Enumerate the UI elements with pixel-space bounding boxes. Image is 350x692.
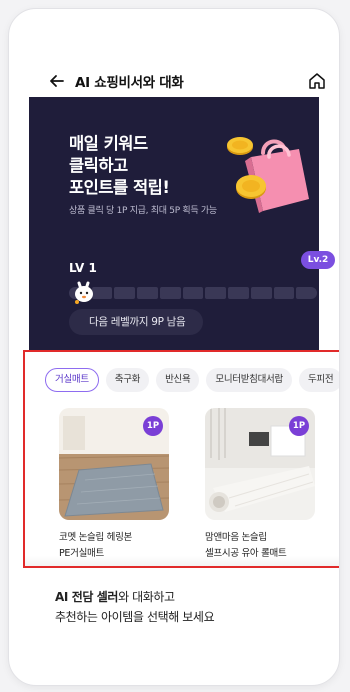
remaining-points-pill: 다음 레벨까지 9P 남음: [69, 309, 204, 335]
category-chip-list: 거실매트 축구화 반신욕 모니터받침대서랍 두피전: [45, 368, 339, 392]
category-chip[interactable]: 축구화: [105, 368, 150, 392]
product-card[interactable]: 1P 맘앤마음 논슬립 셀프시공 유아 롤매트: [205, 408, 317, 562]
mascot-icon: [75, 281, 93, 304]
progress-segment: [182, 287, 204, 299]
footer-bold-text: AI 전담 셀러: [55, 590, 119, 604]
shopping-bag-icon: [245, 139, 309, 213]
footer-guide-text: AI 전담 셀러와 대화하고 추천하는 아이템을 선택해 보세요: [55, 587, 215, 627]
progress-segment: [205, 287, 227, 299]
progress-segment: [296, 287, 318, 299]
banner-headline-line2: 클릭하고: [69, 156, 128, 175]
progress-segment: [137, 287, 158, 299]
category-chip-active[interactable]: 거실매트: [45, 368, 99, 392]
banner-headline: 매일 키워드 클릭하고 포인트를 적립!: [69, 133, 170, 199]
banner-headline-line3: 포인트를 적립!: [69, 178, 170, 197]
banner-headline-line1: 매일 키워드: [69, 134, 148, 153]
progress-segment: [250, 287, 272, 299]
progress-segment: [114, 287, 136, 299]
product-image: 1P: [59, 408, 169, 520]
category-chip[interactable]: 두피전: [298, 368, 339, 392]
footer-line1: AI 전담 셀러와 대화하고: [55, 587, 214, 607]
product-card[interactable]: 1P 코멧 논슬립 헤링본 PE거실매트: [59, 408, 171, 562]
current-level-label: LV 1: [69, 261, 97, 275]
progress-segment: [228, 287, 249, 299]
category-chip[interactable]: 반신욕: [156, 368, 200, 392]
banner-subtext: 상품 클릭 당 1P 지급, 최대 5P 획득 가능: [69, 206, 217, 216]
progress-segment: [273, 287, 295, 299]
point-badge: 1P: [143, 416, 163, 436]
point-badge: 1P: [289, 416, 309, 436]
phone-frame: AI 쇼핑비서와 대화 매일 키워드 클릭하고 포인트를 적립! 상품 클릭 당…: [8, 8, 340, 686]
next-level-badge: Lv.2: [301, 251, 335, 269]
coin-icon: [236, 175, 266, 199]
level-progress-bar: [69, 287, 318, 299]
section-fade: [25, 556, 339, 566]
product-name-line1: 코멧 논슬립 헤링본: [59, 532, 132, 543]
page-title: AI 쇼핑비서와 대화: [75, 75, 184, 91]
footer-line2: 추천하는 아이템을 선택해 보세요: [55, 610, 215, 624]
product-name-line1: 맘앤마음 논슬립: [205, 532, 267, 543]
product-recommendation-section: 거실매트 축구화 반신욕 모니터받침대서랍 두피전 1P 코멧 논슬립 헤링본 …: [23, 350, 339, 568]
progress-segment: [159, 287, 181, 299]
product-image: 1P: [205, 408, 315, 520]
home-icon[interactable]: [307, 71, 327, 91]
arrow-left-icon[interactable]: [47, 71, 67, 91]
category-chip[interactable]: 모니터받침대서랍: [206, 368, 292, 392]
points-banner: 매일 키워드 클릭하고 포인트를 적립! 상품 클릭 당 1P 지급, 최대 5…: [29, 97, 335, 359]
footer-line1-rest: 와 대화하고: [118, 590, 175, 604]
